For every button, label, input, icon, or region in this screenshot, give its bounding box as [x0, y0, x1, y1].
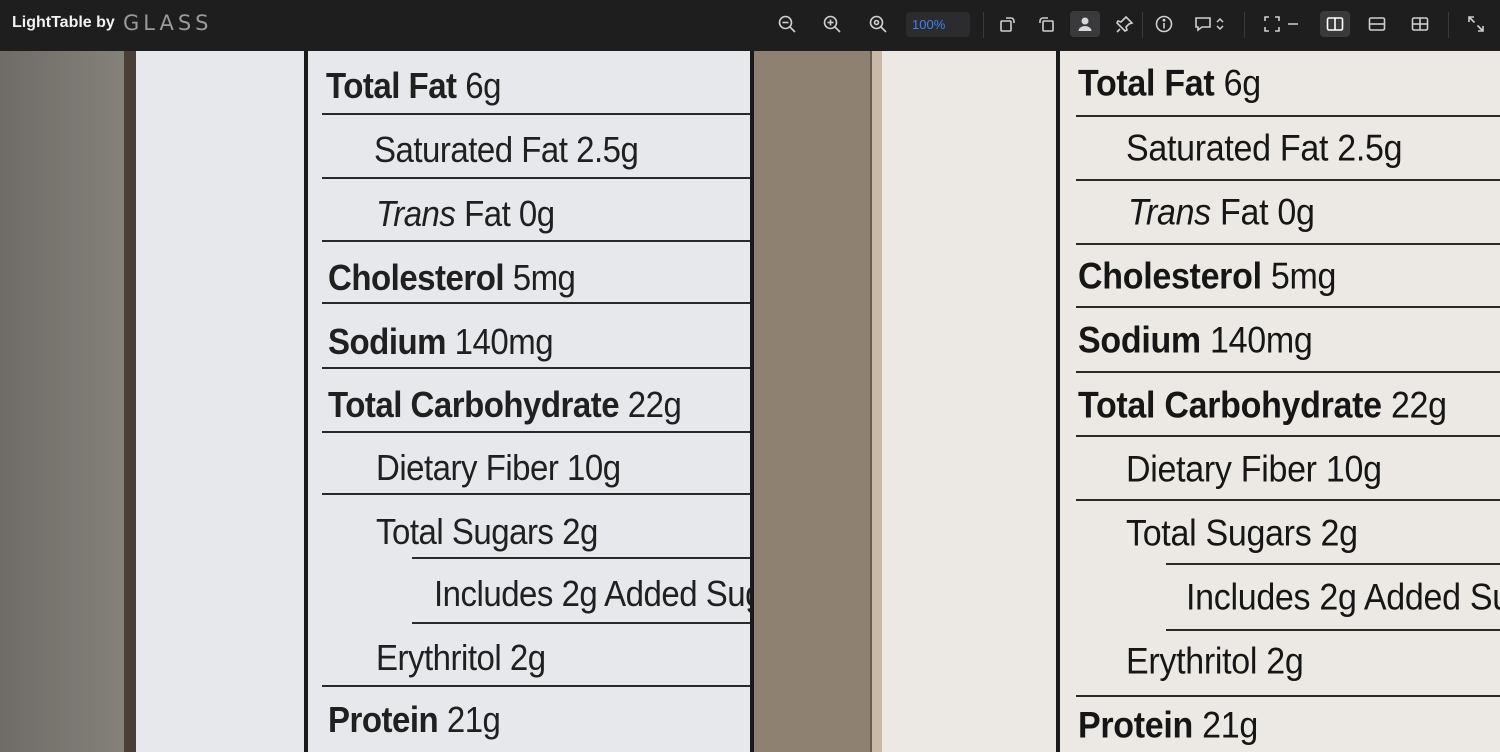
- user-icon[interactable]: [1070, 11, 1100, 37]
- rule: [1076, 306, 1500, 308]
- rule: [1076, 499, 1500, 501]
- row-erythritol: Erythritol 2g: [376, 637, 546, 678]
- rule: [1076, 695, 1500, 697]
- zoom-out-icon[interactable]: [776, 13, 798, 35]
- image-viewer[interactable]: Total Fat 6g Saturated Fat 2.5g Trans Fa…: [0, 51, 1500, 752]
- row-sodium: Sodium 140mg: [328, 321, 554, 362]
- row-added-sugars: Includes 2g Added Sugars: [1186, 577, 1500, 619]
- rule: [1076, 435, 1500, 437]
- nutrition-label: Total Fat 6g Saturated Fat 2.5g Trans Fa…: [308, 51, 750, 752]
- right-image-pane[interactable]: Total Fat 6g Saturated Fat 2.5g Trans Fa…: [872, 51, 1500, 752]
- row-added-sugars: Includes 2g Added Sugars: [434, 573, 750, 614]
- rule: [1166, 563, 1500, 565]
- package-side: [754, 51, 870, 752]
- background: [0, 51, 128, 752]
- comment-icon[interactable]: [1192, 13, 1214, 35]
- minus-icon[interactable]: [1286, 13, 1300, 35]
- nutrition-label: Total Fat 6g Saturated Fat 2.5g Trans Fa…: [1060, 51, 1500, 752]
- rule: [1076, 115, 1500, 117]
- rule: [322, 685, 750, 687]
- glass-logo: GLASS: [123, 11, 213, 35]
- rule: [322, 177, 750, 179]
- app-title: LightTable by: [12, 14, 115, 31]
- split-horizontal-icon[interactable]: [1366, 13, 1388, 35]
- zoom-in-icon[interactable]: [821, 13, 843, 35]
- toolbar-separator: [1448, 12, 1449, 38]
- toolbar-separator: [1244, 12, 1245, 38]
- fullscreen-icon[interactable]: [1465, 13, 1487, 35]
- row-protein: Protein 21g: [1078, 705, 1259, 747]
- rotate-left-icon[interactable]: [996, 13, 1018, 35]
- chevron-updown-icon[interactable]: [1213, 13, 1227, 35]
- rule: [1076, 371, 1500, 373]
- row-dietary-fiber: Dietary Fiber 10g: [376, 447, 621, 488]
- toolbar: LightTable by GLASS 100%: [0, 0, 1500, 51]
- row-cholesterol: Cholesterol 5mg: [328, 257, 576, 298]
- rotate-right-icon[interactable]: [1036, 13, 1058, 35]
- row-total-sugars: Total Sugars 2g: [376, 511, 598, 552]
- toolbar-separator: [1142, 12, 1143, 38]
- zoom-fit-icon[interactable]: [867, 13, 889, 35]
- row-saturated-fat: Saturated Fat 2.5g: [1126, 128, 1403, 170]
- row-trans-fat: Trans Fat 0g: [376, 193, 555, 234]
- zoom-level-input[interactable]: 100%: [906, 12, 970, 37]
- rule: [322, 302, 750, 304]
- rule: [322, 113, 750, 115]
- rule: [1076, 243, 1500, 245]
- row-trans-fat: Trans Fat 0g: [1128, 192, 1315, 234]
- package-edge: [124, 51, 136, 752]
- row-sodium: Sodium 140mg: [1078, 320, 1313, 362]
- grid-icon[interactable]: [1409, 13, 1431, 35]
- left-image-pane[interactable]: Total Fat 6g Saturated Fat 2.5g Trans Fa…: [0, 51, 870, 752]
- rule: [1076, 179, 1500, 181]
- row-total-fat: Total Fat 6g: [326, 65, 501, 106]
- split-vertical-icon[interactable]: [1320, 11, 1350, 37]
- rule: [322, 493, 750, 495]
- rule: [322, 367, 750, 369]
- rule: [322, 431, 750, 433]
- info-icon[interactable]: [1153, 13, 1175, 35]
- rule: [1166, 629, 1500, 631]
- frame-icon[interactable]: [1261, 13, 1283, 35]
- row-total-sugars: Total Sugars 2g: [1126, 513, 1358, 555]
- toolbar-separator: [983, 12, 984, 38]
- row-protein: Protein 21g: [328, 699, 501, 740]
- row-total-fat: Total Fat 6g: [1078, 63, 1261, 105]
- rule: [412, 557, 750, 559]
- row-cholesterol: Cholesterol 5mg: [1078, 256, 1337, 298]
- package-edge: [872, 51, 882, 752]
- row-erythritol: Erythritol 2g: [1126, 641, 1304, 683]
- pin-icon[interactable]: [1114, 13, 1136, 35]
- row-dietary-fiber: Dietary Fiber 10g: [1126, 449, 1382, 491]
- rule: [412, 622, 750, 624]
- rule: [322, 240, 750, 242]
- row-total-carbohydrate: Total Carbohydrate 22g: [328, 384, 682, 425]
- row-saturated-fat: Saturated Fat 2.5g: [374, 129, 639, 170]
- row-total-carbohydrate: Total Carbohydrate 22g: [1078, 385, 1447, 427]
